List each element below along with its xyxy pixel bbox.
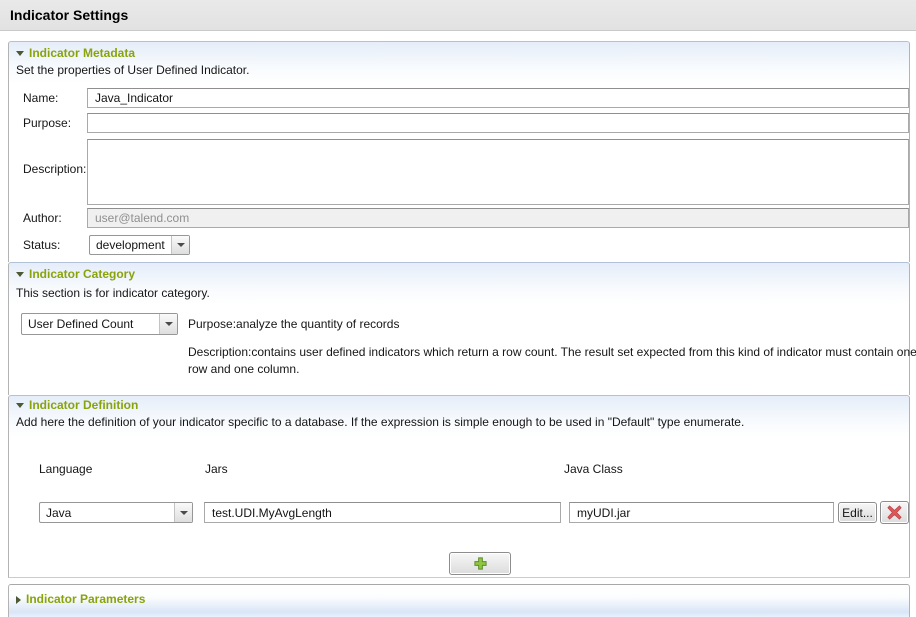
author-input bbox=[87, 208, 909, 228]
view-header: Indicator Settings bbox=[0, 0, 916, 31]
section-header-parameters[interactable]: Indicator Parameters bbox=[16, 592, 145, 606]
language-selected-value: Java bbox=[40, 503, 174, 522]
section-title: Indicator Definition bbox=[29, 398, 138, 412]
section-header-definition[interactable]: Indicator Definition bbox=[16, 398, 138, 412]
section-description: Set the properties of User Defined Indic… bbox=[16, 63, 249, 77]
edit-button[interactable]: Edit... bbox=[838, 502, 877, 523]
name-label: Name: bbox=[23, 91, 58, 105]
section-indicator-category: Indicator Category This section is for i… bbox=[8, 262, 910, 395]
chevron-down-icon bbox=[180, 511, 188, 515]
chevron-down-icon bbox=[165, 322, 173, 326]
status-dropdown-button[interactable] bbox=[171, 236, 189, 254]
section-description: Add here the definition of your indicato… bbox=[16, 415, 744, 429]
section-title: Indicator Category bbox=[29, 267, 135, 281]
collapse-triangle-down-icon bbox=[16, 272, 24, 277]
section-title: Indicator Parameters bbox=[26, 592, 145, 606]
section-indicator-definition: Indicator Definition Add here the defini… bbox=[8, 395, 910, 578]
red-x-icon bbox=[887, 505, 902, 520]
section-indicator-metadata: Indicator Metadata Set the properties of… bbox=[8, 41, 910, 262]
chevron-down-icon bbox=[177, 243, 185, 247]
name-input[interactable] bbox=[87, 88, 909, 108]
column-header-java-class: Java Class bbox=[564, 462, 623, 476]
section-indicator-parameters: Indicator Parameters bbox=[8, 584, 910, 617]
language-dropdown[interactable]: Java bbox=[39, 502, 193, 523]
java-class-input[interactable] bbox=[569, 502, 834, 523]
status-label: Status: bbox=[23, 238, 60, 252]
add-row-button[interactable] bbox=[449, 552, 511, 575]
purpose-label: Purpose: bbox=[23, 116, 71, 130]
section-title: Indicator Metadata bbox=[29, 46, 135, 60]
collapse-triangle-right-icon bbox=[16, 596, 21, 604]
category-dropdown-button[interactable] bbox=[159, 314, 177, 334]
section-header-metadata[interactable]: Indicator Metadata bbox=[16, 46, 135, 60]
language-dropdown-button[interactable] bbox=[174, 503, 192, 522]
purpose-input[interactable] bbox=[87, 113, 909, 133]
green-plus-icon bbox=[473, 556, 488, 571]
description-label: Description: bbox=[23, 162, 86, 176]
page-title: Indicator Settings bbox=[10, 7, 128, 23]
category-dropdown[interactable]: User Defined Count bbox=[21, 313, 178, 335]
collapse-triangle-down-icon bbox=[16, 403, 24, 408]
description-textarea[interactable] bbox=[87, 139, 909, 205]
column-header-jars: Jars bbox=[205, 462, 228, 476]
category-description-text: Description:contains user defined indica… bbox=[188, 344, 916, 378]
delete-row-button[interactable] bbox=[880, 501, 909, 524]
section-description: This section is for indicator category. bbox=[16, 286, 210, 300]
column-header-language: Language bbox=[39, 462, 92, 476]
category-selected-value: User Defined Count bbox=[22, 314, 159, 334]
status-selected-value: development bbox=[90, 236, 171, 254]
collapse-triangle-down-icon bbox=[16, 51, 24, 56]
author-label: Author: bbox=[23, 211, 62, 225]
section-header-category[interactable]: Indicator Category bbox=[16, 267, 135, 281]
category-purpose-text: Purpose:analyze the quantity of records bbox=[188, 317, 399, 331]
status-dropdown[interactable]: development bbox=[89, 235, 190, 255]
jars-input[interactable] bbox=[204, 502, 561, 523]
